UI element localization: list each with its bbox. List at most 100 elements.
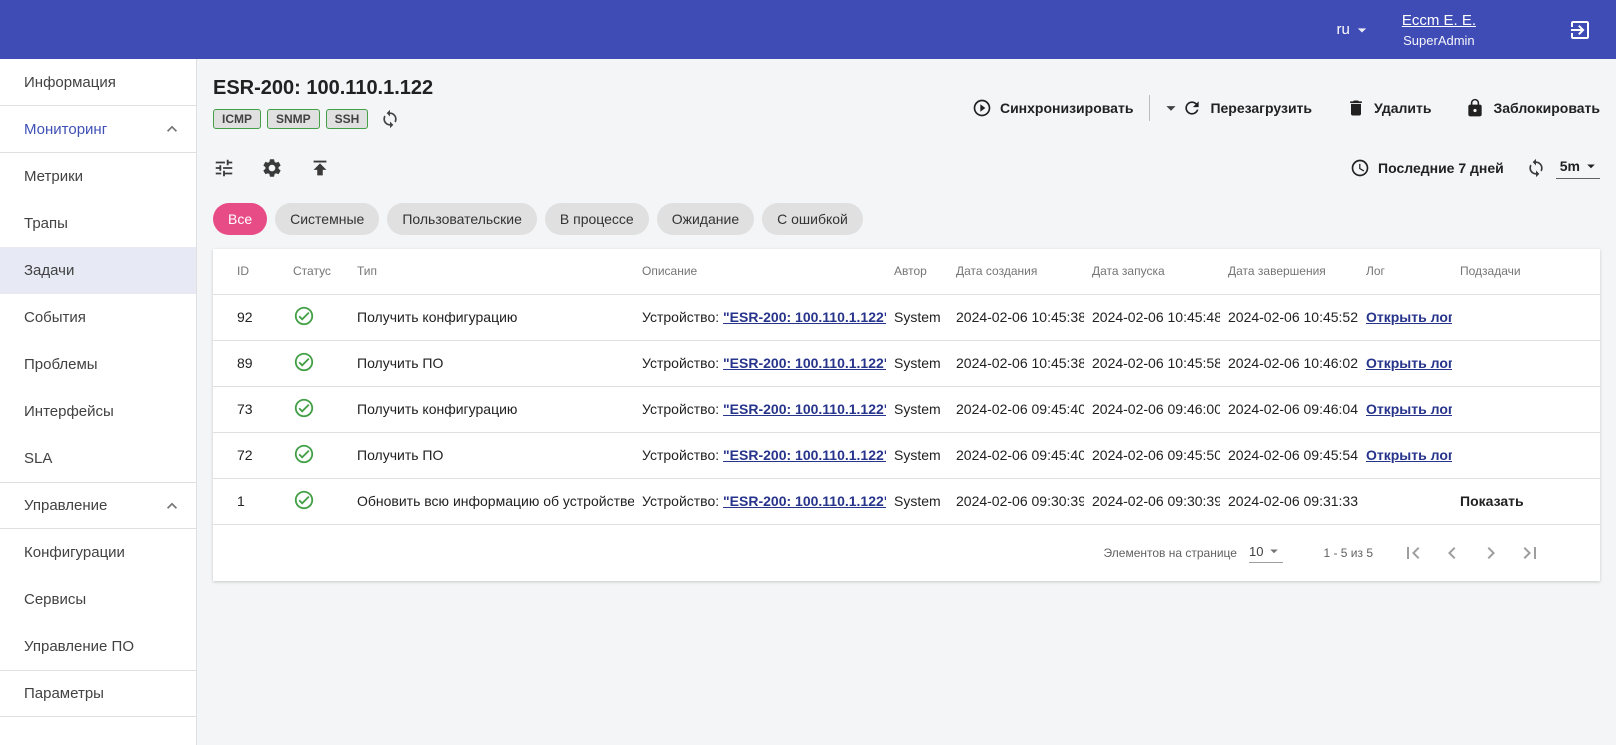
sidebar-item-traps[interactable]: Трапы xyxy=(0,200,196,247)
device-info: ESR-200: 100.110.1.122 ICMP SNMP SSH xyxy=(213,77,433,129)
previous-page-icon[interactable] xyxy=(1440,541,1464,565)
logout-icon[interactable] xyxy=(1568,18,1592,42)
tune-filters-icon[interactable] xyxy=(213,157,235,179)
badge-ssh: SSH xyxy=(326,109,369,129)
sidebar-item-metrics[interactable]: Метрики xyxy=(0,153,196,200)
sidebar-item-label: SLA xyxy=(24,450,52,467)
device-link[interactable]: "ESR-200: 100.110.1.122" xyxy=(723,401,886,417)
column-header-status: Статус xyxy=(285,249,349,294)
open-log-link[interactable]: Открыть лог xyxy=(1366,401,1452,417)
filter-chip-in-progress[interactable]: В процессе xyxy=(545,203,649,235)
description-prefix: Устройство: xyxy=(642,401,719,417)
status-success-icon xyxy=(293,397,315,419)
filter-chip-error[interactable]: С ошибкой xyxy=(762,203,863,235)
sync-status-icon[interactable] xyxy=(380,109,400,129)
first-page-icon[interactable] xyxy=(1401,541,1425,565)
device-link[interactable]: "ESR-200: 100.110.1.122" xyxy=(723,493,886,509)
sidebar-item-software-management[interactable]: Управление ПО xyxy=(0,623,196,670)
task-created: 2024-02-06 10:45:38 xyxy=(948,294,1084,340)
language-selector[interactable]: ru xyxy=(1336,20,1371,40)
filter-chip-user[interactable]: Пользовательские xyxy=(387,203,537,235)
sidebar-item-label: События xyxy=(24,309,86,326)
sidebar-item-label: Задачи xyxy=(24,262,74,279)
sidebar-item-label: Трапы xyxy=(24,215,68,232)
task-id: 1 xyxy=(213,478,285,524)
topbar-right: ru Eccm E. E. SuperAdmin xyxy=(1336,12,1592,48)
refresh-icon xyxy=(1182,98,1202,118)
sidebar-section-label: Мониторинг xyxy=(24,121,107,138)
sidebar-item-information[interactable]: Информация xyxy=(0,59,196,106)
period-selector[interactable]: Последние 7 дней xyxy=(1350,158,1504,178)
task-finished: 2024-02-06 09:45:54 xyxy=(1220,432,1358,478)
reboot-label: Перезагрузить xyxy=(1210,100,1312,116)
description-prefix: Устройство: xyxy=(642,355,719,371)
task-started: 2024-02-06 10:45:48 xyxy=(1084,294,1220,340)
period-label: Последние 7 дней xyxy=(1378,160,1504,176)
user-role-label: SuperAdmin xyxy=(1402,33,1476,48)
interval-value: 5m xyxy=(1560,158,1580,174)
sidebar-item-label: Метрики xyxy=(24,168,83,185)
status-success-icon xyxy=(293,489,315,511)
chevron-down-icon xyxy=(1582,157,1600,175)
items-per-page-label: Элементов на странице xyxy=(1104,546,1237,560)
device-link[interactable]: "ESR-200: 100.110.1.122" xyxy=(723,447,886,463)
items-per-page-select[interactable]: 10 xyxy=(1249,542,1283,563)
sidebar-item-tasks[interactable]: Задачи xyxy=(0,247,196,294)
tasks-toolbar: Последние 7 дней 5m xyxy=(213,157,1600,179)
task-created: 2024-02-06 09:30:39 xyxy=(948,478,1084,524)
protocol-badges: ICMP SNMP SSH xyxy=(213,109,433,129)
device-link[interactable]: "ESR-200: 100.110.1.122" xyxy=(723,309,886,325)
filter-chip-waiting[interactable]: Ожидание xyxy=(657,203,754,235)
page-title: ESR-200: 100.110.1.122 xyxy=(213,77,433,100)
gear-icon[interactable] xyxy=(261,157,283,179)
reboot-button[interactable]: Перезагрузить xyxy=(1182,98,1312,118)
task-started: 2024-02-06 10:45:58 xyxy=(1084,340,1220,386)
column-header-id: ID xyxy=(213,249,285,294)
device-link[interactable]: "ESR-200: 100.110.1.122" xyxy=(723,355,886,371)
table-row: 1 Обновить всю информацию об устройстве … xyxy=(213,478,1600,524)
task-type: Получить ПО xyxy=(349,432,634,478)
task-type: Обновить всю информацию об устройстве xyxy=(349,478,634,524)
sidebar-item-configurations[interactable]: Конфигурации xyxy=(0,529,196,576)
open-log-link[interactable]: Открыть лог xyxy=(1366,309,1452,325)
block-button[interactable]: Заблокировать xyxy=(1465,98,1600,118)
sidebar-item-parameters[interactable]: Параметры xyxy=(0,670,196,717)
refresh-interval-icon[interactable] xyxy=(1526,158,1546,178)
task-description: Устройство: "ESR-200: 100.110.1.122" . xyxy=(634,478,886,524)
user-menu[interactable]: Eccm E. E. SuperAdmin xyxy=(1402,12,1476,48)
filter-chip-system[interactable]: Системные xyxy=(275,203,379,235)
sync-options-dropdown-icon[interactable] xyxy=(1160,97,1182,119)
sidebar-item-events[interactable]: События xyxy=(0,294,196,341)
column-header-subtasks: Подзадачи xyxy=(1452,249,1600,294)
column-header-description: Описание xyxy=(634,249,886,294)
divider xyxy=(1149,95,1150,121)
next-page-icon[interactable] xyxy=(1479,541,1503,565)
task-author: System xyxy=(886,478,948,524)
task-description: Устройство: "ESR-200: 100.110.1.122" . xyxy=(634,432,886,478)
sidebar-item-sla[interactable]: SLA xyxy=(0,435,196,482)
lock-icon xyxy=(1465,98,1485,118)
sidebar-item-interfaces[interactable]: Интерфейсы xyxy=(0,388,196,435)
toolbar-left xyxy=(213,157,331,179)
synchronize-label: Синхронизировать xyxy=(1000,100,1133,116)
open-log-link[interactable]: Открыть лог xyxy=(1366,355,1452,371)
sidebar-section-management[interactable]: Управление xyxy=(0,482,196,529)
delete-button[interactable]: Удалить xyxy=(1346,98,1431,118)
sidebar-item-problems[interactable]: Проблемы xyxy=(0,341,196,388)
sidebar-item-label: Интерфейсы xyxy=(24,403,114,420)
open-log-link[interactable]: Открыть лог xyxy=(1366,447,1452,463)
synchronize-button[interactable]: Синхронизировать xyxy=(972,98,1133,118)
last-page-icon[interactable] xyxy=(1518,541,1542,565)
task-author: System xyxy=(886,340,948,386)
sidebar-item-label: Конфигурации xyxy=(24,544,125,561)
sidebar-item-services[interactable]: Сервисы xyxy=(0,576,196,623)
sidebar-section-monitoring[interactable]: Мониторинг xyxy=(0,106,196,153)
upload-icon[interactable] xyxy=(309,157,331,179)
task-type: Получить конфигурацию xyxy=(349,294,634,340)
filter-chip-all[interactable]: Все xyxy=(213,203,267,235)
interval-select[interactable]: 5m xyxy=(1556,157,1600,179)
user-name-link[interactable]: Eccm E. E. xyxy=(1402,12,1476,29)
sidebar-item-label: Информация xyxy=(24,74,116,91)
trash-icon xyxy=(1346,98,1366,118)
show-subtasks-button[interactable]: Показать xyxy=(1460,493,1524,509)
